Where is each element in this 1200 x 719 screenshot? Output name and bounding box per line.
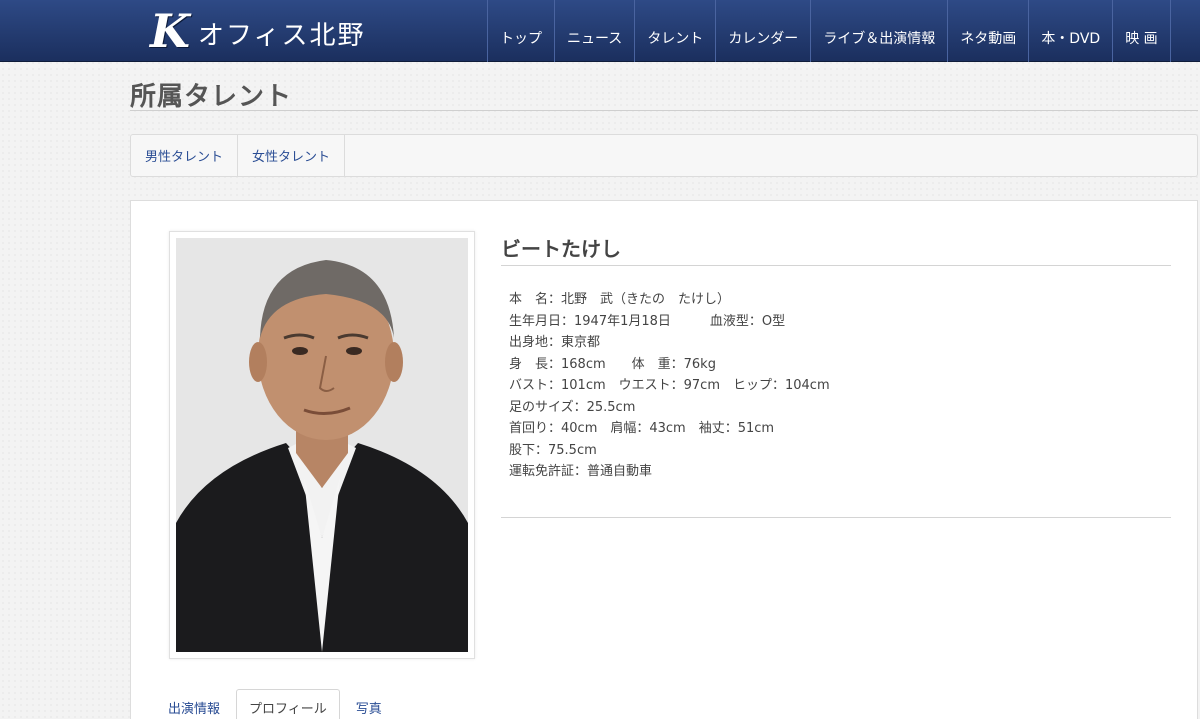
tab-profile[interactable]: プロフィール xyxy=(236,689,340,719)
page-title: 所属タレント xyxy=(130,82,293,112)
profile-real-name: 本 名：北野 武（きたの たけし） xyxy=(509,292,731,307)
tab-photos[interactable]: 写真 xyxy=(348,689,390,719)
talent-profile-panel: ビートたけし 本 名：北野 武（きたの たけし） 生年月日：1947年1月18日… xyxy=(130,200,1198,719)
profile-inseam: 股下：75.5cm xyxy=(509,442,597,458)
talent-category-tabs: 男性タレント 女性タレント xyxy=(130,134,1198,177)
nav-books-dvd[interactable]: 本・DVD xyxy=(1028,0,1112,62)
nav-movies[interactable]: 映 画 xyxy=(1112,0,1171,62)
profile-license: 運転免許証：普通自動車 xyxy=(509,464,653,479)
profile-birthplace: 出身地：東京都 xyxy=(509,335,601,350)
profile-measurements: バスト：101cm ウエスト：97cm ヒップ：104cm xyxy=(509,378,830,393)
talent-photo-frame xyxy=(169,231,475,659)
site-logo[interactable]: K オフィス北野 xyxy=(150,4,366,58)
nav-live[interactable]: ライブ＆出演情報 xyxy=(810,0,947,62)
talent-name: ビートたけし xyxy=(501,237,621,261)
nav-news[interactable]: ニュース xyxy=(554,0,634,62)
profile-details: 本 名：北野 武（きたの たけし） 生年月日：1947年1月18日 血液型：O型… xyxy=(509,289,830,483)
profile-birthdate-blood: 生年月日：1947年1月18日 血液型：O型 xyxy=(509,313,786,329)
title-divider xyxy=(130,110,1198,111)
tab-appearances[interactable]: 出演情報 xyxy=(160,689,228,719)
name-divider xyxy=(501,265,1171,266)
nav-talent[interactable]: タレント xyxy=(634,0,715,62)
profile-neck-shoulder-sleeve: 首回り：40cm 肩幅：43cm 袖丈：51cm xyxy=(509,421,775,436)
portrait-image xyxy=(176,238,468,652)
talent-photo xyxy=(176,238,468,652)
nav-neta-video[interactable]: ネタ動画 xyxy=(947,0,1028,62)
profile-height-weight: 身 長：168cm 体 重：76kg xyxy=(509,356,716,372)
profile-shoe-size: 足のサイズ：25.5cm xyxy=(509,399,636,415)
nav-calendar[interactable]: カレンダー xyxy=(715,0,810,62)
nav-top[interactable]: トップ xyxy=(487,0,554,62)
profile-divider xyxy=(501,517,1171,518)
site-header: K オフィス北野 トップ ニュース タレント カレンダー ライブ＆出演情報 ネタ… xyxy=(0,0,1200,62)
talent-sub-tabs: 出演情報 プロフィール 写真 xyxy=(160,689,390,719)
logo-mark: K xyxy=(150,4,190,58)
tab-male-talent[interactable]: 男性タレント xyxy=(131,135,239,176)
main-nav: トップ ニュース タレント カレンダー ライブ＆出演情報 ネタ動画 本・DVD … xyxy=(487,0,1171,62)
tab-female-talent[interactable]: 女性タレント xyxy=(238,135,346,176)
logo-text: オフィス北野 xyxy=(197,20,366,51)
